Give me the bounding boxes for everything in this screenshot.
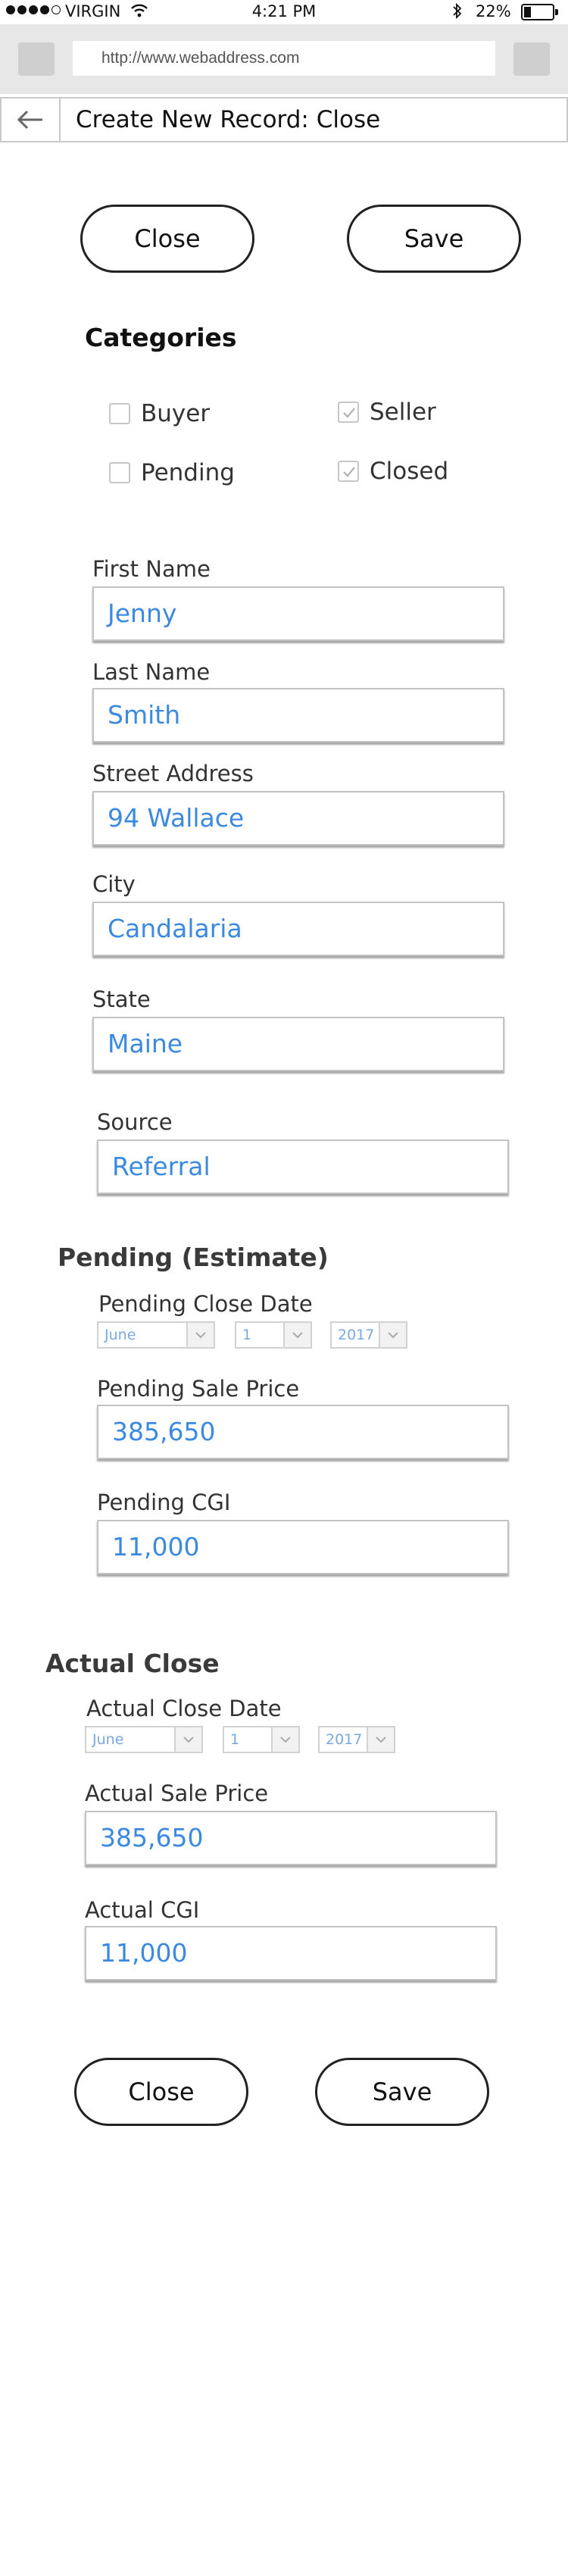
chevron-down-icon bbox=[174, 1727, 201, 1752]
pending-year-value: 2017 bbox=[338, 1327, 375, 1343]
first-name-field[interactable]: Jenny bbox=[92, 586, 504, 641]
actual-day-value: 1 bbox=[230, 1731, 240, 1748]
source-field[interactable]: Referral bbox=[97, 1140, 509, 1194]
last-name-label: Last Name bbox=[92, 659, 211, 685]
chevron-down-icon bbox=[379, 1323, 406, 1347]
city-field[interactable]: Candalaria bbox=[92, 902, 504, 956]
pending-month-select[interactable]: June bbox=[97, 1321, 215, 1349]
source-label: Source bbox=[97, 1109, 173, 1135]
back-arrow-icon bbox=[17, 110, 42, 130]
actual-month-value: June bbox=[92, 1731, 124, 1748]
pending-cgi-label: Pending CGI bbox=[97, 1490, 231, 1515]
bottom-save-button[interactable]: Save bbox=[315, 2058, 489, 2126]
state-field[interactable]: Maine bbox=[92, 1017, 504, 1071]
back-button[interactable] bbox=[2, 98, 61, 141]
page-header: Create New Record: Close bbox=[0, 97, 568, 142]
buyer-checkbox[interactable] bbox=[109, 403, 130, 424]
pending-month-value: June bbox=[105, 1327, 136, 1343]
save-button[interactable]: Save bbox=[347, 205, 521, 273]
city-label: City bbox=[92, 871, 136, 897]
first-name-label: First Name bbox=[92, 556, 211, 582]
closed-label: Closed bbox=[370, 458, 449, 485]
seller-label: Seller bbox=[370, 399, 436, 426]
close-button[interactable]: Close bbox=[80, 205, 254, 273]
browser-left-button[interactable] bbox=[18, 42, 55, 76]
pending-checkbox[interactable] bbox=[109, 462, 130, 483]
pending-sale-price-field[interactable]: 385,650 bbox=[97, 1405, 509, 1459]
battery-percent: 22% bbox=[476, 2, 511, 20]
actual-year-select[interactable]: 2017 bbox=[318, 1726, 395, 1753]
actual-cgi-label: Actual CGI bbox=[85, 1897, 200, 1923]
street-address-field[interactable]: 94 Wallace bbox=[92, 791, 504, 846]
state-label: State bbox=[92, 986, 151, 1012]
actual-sale-price-field[interactable]: 385,650 bbox=[85, 1811, 497, 1865]
actual-year-value: 2017 bbox=[326, 1731, 363, 1748]
actual-day-select[interactable]: 1 bbox=[223, 1726, 300, 1753]
actual-sale-price-label: Actual Sale Price bbox=[85, 1780, 269, 1806]
categories-heading: Categories bbox=[85, 323, 237, 352]
chevron-down-icon bbox=[283, 1323, 311, 1347]
actual-month-select[interactable]: June bbox=[85, 1726, 203, 1753]
chevron-down-icon bbox=[271, 1727, 298, 1752]
check-icon bbox=[343, 408, 355, 418]
seller-checkbox[interactable] bbox=[338, 402, 359, 423]
status-bar: VIRGIN 4:21 PM 22% bbox=[0, 0, 568, 24]
chevron-down-icon bbox=[367, 1727, 394, 1752]
actual-close-date-label: Actual Close Date bbox=[86, 1696, 282, 1721]
street-address-label: Street Address bbox=[92, 761, 254, 786]
pending-cgi-field[interactable]: 11,000 bbox=[97, 1520, 509, 1574]
last-name-field[interactable]: Smith bbox=[92, 688, 504, 742]
pending-label: Pending bbox=[141, 459, 235, 486]
actual-cgi-field[interactable]: 11,000 bbox=[85, 1926, 497, 1980]
page-title: Create New Record: Close bbox=[76, 106, 381, 133]
check-icon bbox=[343, 467, 355, 477]
battery-icon bbox=[521, 4, 558, 20]
chevron-down-icon bbox=[186, 1323, 214, 1347]
browser-right-button[interactable] bbox=[513, 42, 550, 76]
actual-close-heading: Actual Close bbox=[45, 1649, 220, 1678]
pending-close-date-label: Pending Close Date bbox=[98, 1291, 313, 1317]
closed-checkbox[interactable] bbox=[338, 461, 359, 482]
pending-sale-price-label: Pending Sale Price bbox=[97, 1376, 300, 1402]
bottom-close-button[interactable]: Close bbox=[74, 2058, 248, 2126]
pending-year-select[interactable]: 2017 bbox=[330, 1321, 407, 1349]
bluetooth-icon bbox=[451, 2, 463, 24]
pending-day-select[interactable]: 1 bbox=[235, 1321, 312, 1349]
pending-day-value: 1 bbox=[242, 1327, 252, 1343]
buyer-label: Buyer bbox=[141, 400, 211, 427]
pending-heading: Pending (Estimate) bbox=[58, 1243, 329, 1272]
url-field[interactable]: http://www.webaddress.com bbox=[73, 41, 495, 76]
